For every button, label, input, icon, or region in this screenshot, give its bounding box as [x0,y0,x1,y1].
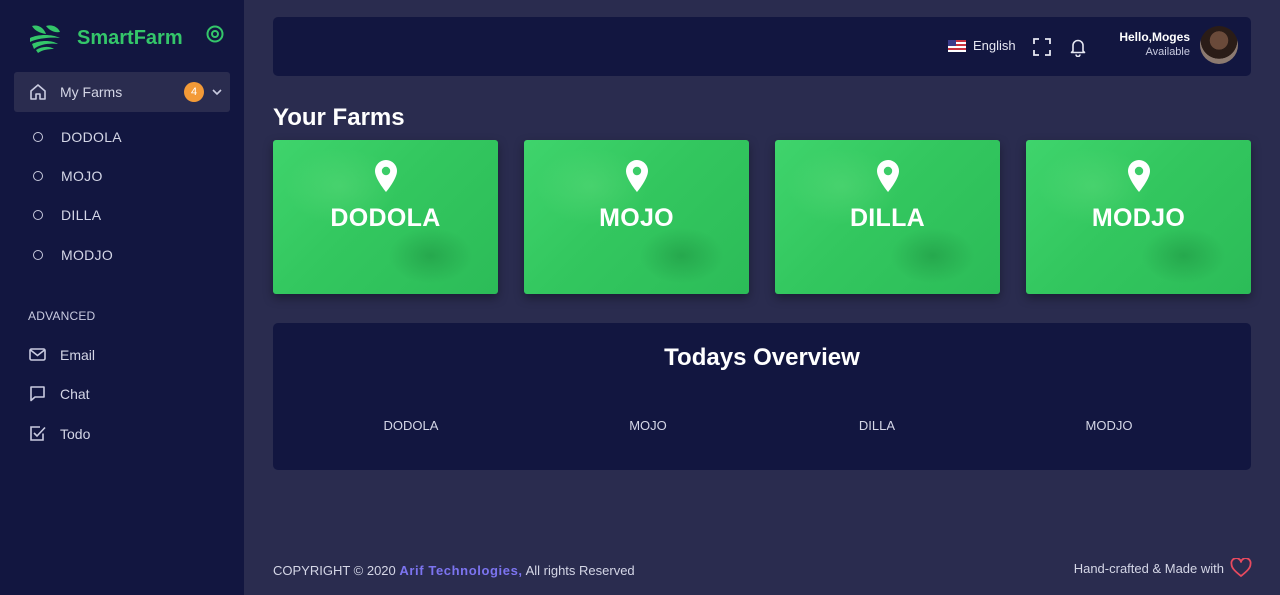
chat-icon [30,386,45,402]
sidebar-item-mojo[interactable]: MOJO [33,168,103,184]
company-link[interactable]: Arif Technologies, [399,563,522,578]
overview-column-label: DODOLA [383,418,439,433]
sidebar-item-modjo[interactable]: MODJO [33,247,113,263]
footer-copyright: COPYRIGHT © 2020 Arif Technologies, All … [273,563,635,578]
overview-column-label: DILLA [858,418,896,433]
todays-overview-panel: Todays Overview DODOLA MOJO DILLA MODJO [273,323,1251,470]
sidebar-item-todo[interactable]: Todo [28,424,90,443]
copyright-text: COPYRIGHT © 2020 [273,563,396,578]
user-info[interactable]: Hello,Moges Available [1119,30,1190,58]
sidebar-item-label: DODOLA [61,129,122,145]
farm-card-dilla[interactable]: DILLA [775,140,1000,294]
fullscreen-icon[interactable] [1033,38,1051,56]
sidebar-item-dilla[interactable]: DILLA [33,207,101,223]
farm-card-modjo[interactable]: MODJO [1026,140,1251,294]
sidebar-toggle-icon[interactable] [206,25,224,43]
overview-title: Todays Overview [664,344,860,371]
location-pin-icon [877,160,899,192]
checkbox-icon [30,426,46,441]
page-title: Your Farms [273,104,405,131]
top-header: English Hello,Moges Available [273,17,1251,76]
heart-icon [1230,558,1252,577]
farm-card-name: DODOLA [330,204,441,232]
farm-logo-icon [30,25,60,53]
language-selector[interactable]: English [948,38,1016,53]
sidebar-item-label: MODJO [61,247,114,263]
farm-count-badge: 4 [184,82,204,102]
mail-icon [29,348,46,361]
language-label: English [973,38,1016,53]
farm-card-name: DILLA [849,204,926,232]
sidebar-item-label: Email [60,346,96,363]
bell-icon[interactable] [1069,37,1087,57]
bullet-icon [33,132,43,142]
bullet-icon [33,171,43,181]
sidebar-item-chat[interactable]: Chat [28,384,90,403]
sidebar-item-label: DILLA [61,207,102,223]
us-flag-icon [948,39,966,52]
menu-my-farms-label: My Farms [60,84,123,100]
bullet-icon [33,210,43,220]
chevron-down-icon [212,89,222,96]
sidebar-item-email[interactable]: Email [28,345,95,364]
sidebar-item-label: Chat [60,385,90,402]
farm-card-dodola[interactable]: DODOLA [273,140,498,294]
location-pin-icon [375,160,397,192]
bullet-icon [33,250,43,260]
section-label-advanced: ADVANCED [28,309,96,323]
avatar[interactable] [1200,26,1238,64]
farm-card-name: MODJO [1091,204,1186,232]
overview-column-label: MODJO [1085,418,1133,433]
location-pin-icon [1128,160,1150,192]
menu-my-farms[interactable]: My Farms 4 [14,72,230,112]
sidebar-item-label: MOJO [61,168,103,184]
footer-made-with: Hand-crafted & Made with [1074,558,1252,578]
made-with-text: Hand-crafted & Made with [1073,560,1224,576]
brand-name: SmartFarm [77,26,183,49]
home-icon [30,84,46,100]
brand[interactable]: SmartFarm [28,22,183,54]
sidebar-item-label: Todo [60,425,91,442]
sidebar: SmartFarm My Farms 4 DODOLA MOJO DILLA M… [0,0,244,595]
user-status: Available [1145,46,1190,58]
user-greeting: Hello,Moges [1119,30,1190,44]
sidebar-item-dodola[interactable]: DODOLA [33,129,122,145]
overview-column-label: MOJO [629,418,667,433]
farm-card-name: MOJO [599,204,674,232]
location-pin-icon [626,160,648,192]
farm-card-mojo[interactable]: MOJO [524,140,749,294]
rights-text: All rights Reserved [525,563,635,578]
